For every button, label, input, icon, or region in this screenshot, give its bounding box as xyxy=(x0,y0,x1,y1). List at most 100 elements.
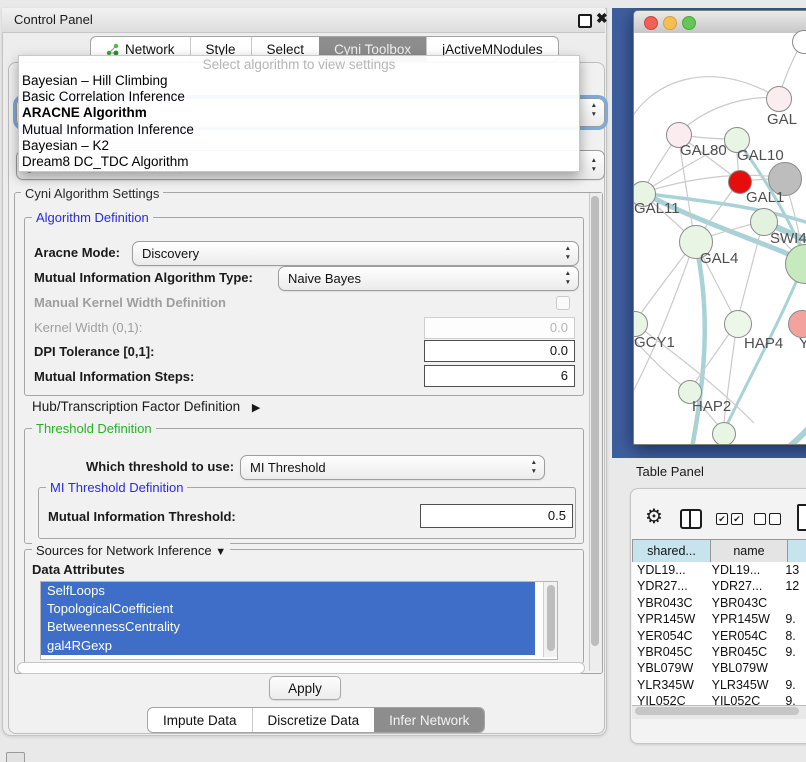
mi-algorithm-type-value: Naive Bayes xyxy=(288,271,361,286)
network-view-window: GAL GAL80 GAL10 GAL1 GAL11 SWI4 GAL4 GCY… xyxy=(633,10,806,445)
checked-checkbox-icon[interactable]: ✔ xyxy=(731,513,743,525)
popup-item-bayesian-hill-climbing[interactable]: Bayesian – Hill Climbing xyxy=(19,73,579,89)
column-header-name[interactable]: name xyxy=(710,539,788,563)
combo-arrows-icon: ▲▼ xyxy=(565,269,571,287)
cell: YPR145W xyxy=(707,611,781,627)
network-canvas[interactable]: GAL GAL80 GAL10 GAL1 GAL11 SWI4 GAL4 GCY… xyxy=(634,33,806,444)
node-label-gal10: GAL10 xyxy=(737,147,784,164)
cell: YBL079W xyxy=(632,660,707,676)
which-threshold-combobox[interactable]: MI Threshold ▲▼ xyxy=(240,455,545,480)
table-row[interactable]: YER054C YER054C 8. xyxy=(632,628,806,644)
list-item-betweennesscentrality[interactable]: BetweennessCentrality xyxy=(41,618,535,636)
bottom-left-button[interactable] xyxy=(6,752,25,762)
table-row[interactable]: YBL079W YBL079W xyxy=(632,660,806,676)
cell: YER054C xyxy=(632,628,707,644)
combo-arrows-icon: ▲▼ xyxy=(591,101,597,119)
table-hscrollbar-thumb[interactable] xyxy=(635,707,799,715)
mac-zoom-icon[interactable] xyxy=(682,16,696,30)
gear-icon[interactable]: ⚙ xyxy=(645,504,663,529)
network-node-hap4[interactable] xyxy=(724,310,752,338)
list-item-selfloops[interactable]: SelfLoops xyxy=(41,582,535,600)
list-item-topologicalcoefficient[interactable]: TopologicalCoefficient xyxy=(41,600,535,618)
split-columns-icon[interactable] xyxy=(680,509,702,529)
aracne-mode-value: Discovery xyxy=(142,246,199,261)
table-row[interactable]: YDR27... YDR27... 12 xyxy=(632,578,806,594)
close-icon[interactable]: ✖ xyxy=(596,10,608,27)
threshold-definition-title: Threshold Definition xyxy=(32,421,156,436)
unchecked-checkbox-icon[interactable] xyxy=(754,513,766,525)
algorithm-definition-title: Algorithm Definition xyxy=(32,210,153,225)
hub-definition-expander[interactable]: Hub/Transcription Factor Definition ▶ xyxy=(32,399,260,414)
column-header-cut[interactable] xyxy=(787,539,806,563)
list-item-gal4rgexp[interactable]: gal4RGexp xyxy=(41,637,535,655)
cell: YBR045C xyxy=(632,644,707,660)
mi-threshold-field[interactable]: 0.5 xyxy=(420,504,573,528)
popup-item-mutual-information[interactable]: Mutual Information Inference xyxy=(19,122,579,138)
cell: YDL19... xyxy=(632,562,707,578)
tab-impute-data[interactable]: Impute Data xyxy=(148,708,252,732)
node-label-gal11: GAL11 xyxy=(634,200,680,217)
table-row[interactable]: YBR045C YBR045C 9. xyxy=(632,644,806,660)
combo-arrows-icon: ▲▼ xyxy=(531,458,537,476)
mac-close-icon[interactable] xyxy=(644,16,658,30)
popup-item-basic-correlation[interactable]: Basic Correlation Inference xyxy=(19,89,579,105)
float-panel-icon[interactable] xyxy=(578,14,592,28)
table-row[interactable]: YPR145W YPR145W 9. xyxy=(632,611,806,627)
table-row[interactable]: YLR345W YLR345W 9. xyxy=(632,677,806,693)
table-row[interactable]: YDL19... YDL19... 13 xyxy=(632,562,806,578)
split-divider xyxy=(689,511,691,527)
tab-discretize-data[interactable]: Discretize Data xyxy=(252,708,375,732)
tab-impute-data-label: Impute Data xyxy=(163,713,237,728)
cell: YBR043C xyxy=(632,595,707,611)
dpi-tolerance-field[interactable]: 0.0 xyxy=(424,340,575,362)
cell xyxy=(780,595,806,611)
cell: 9. xyxy=(780,677,806,693)
node-label-gal4: GAL4 xyxy=(700,250,738,267)
popup-prompt: Select algorithm to view settings xyxy=(19,56,579,73)
cell: YDR27... xyxy=(632,578,707,594)
cell: 9. xyxy=(780,611,806,627)
hub-definition-label: Hub/Transcription Factor Definition xyxy=(32,399,240,414)
network-node-bottom[interactable] xyxy=(712,422,736,445)
tab-infer-network-label: Infer Network xyxy=(389,713,469,728)
checked-checkbox-icon[interactable]: ✔ xyxy=(716,513,728,525)
cyni-bottom-tabbar: Impute Data Discretize Data Infer Networ… xyxy=(147,707,485,733)
node-label-gal1: GAL1 xyxy=(746,189,784,206)
node-label-hap2: HAP2 xyxy=(692,398,731,415)
cell: YLR345W xyxy=(632,677,707,693)
aracne-mode-label: Aracne Mode: xyxy=(34,245,120,260)
table-row[interactable]: YBR043C YBR043C xyxy=(632,595,806,611)
kernel-width-field[interactable]: 0.0 xyxy=(424,317,575,339)
apply-button[interactable]: Apply xyxy=(269,676,341,700)
node-label-gal80: GAL80 xyxy=(680,142,727,159)
mac-minimize-icon[interactable] xyxy=(663,16,677,30)
cell xyxy=(780,660,806,676)
cell: YDR27... xyxy=(707,578,781,594)
popup-item-aracne[interactable]: ARACNE Algorithm xyxy=(19,105,579,121)
table-panel-title: Table Panel xyxy=(636,464,704,479)
network-node-gal-cut[interactable] xyxy=(766,86,792,112)
document-icon[interactable] xyxy=(797,504,806,531)
settings-scrollbar-thumb[interactable] xyxy=(591,196,599,646)
manual-kernel-checkbox[interactable] xyxy=(556,296,570,310)
cell: 8. xyxy=(780,628,806,644)
sources-expander[interactable]: Sources for Network Inference ▼ xyxy=(32,543,230,558)
tab-infer-network[interactable]: Infer Network xyxy=(374,708,484,732)
aracne-mode-combobox[interactable]: Discovery ▲▼ xyxy=(132,241,579,266)
tab-discretize-data-label: Discretize Data xyxy=(268,713,360,728)
mi-steps-field[interactable]: 6 xyxy=(424,365,575,387)
popup-item-dream8[interactable]: Dream8 DC_TDC Algorithm xyxy=(19,154,579,170)
settings-hscrollbar[interactable] xyxy=(17,662,585,674)
column-header-shared-name[interactable]: shared... xyxy=(632,539,711,563)
unchecked-checkbox-icon[interactable] xyxy=(769,513,781,525)
which-threshold-label: Which threshold to use: xyxy=(86,459,234,474)
node-label-swi4: SWI4 xyxy=(770,230,806,247)
algorithm-dropdown-popup: Select algorithm to view settings Bayesi… xyxy=(18,55,580,172)
cell: YLR345W xyxy=(707,677,781,693)
mi-algorithm-type-combobox[interactable]: Naive Bayes ▲▼ xyxy=(278,266,579,291)
expander-right-arrow-icon: ▶ xyxy=(252,402,260,414)
list-scrollbar-thumb[interactable] xyxy=(547,585,555,651)
node-label-y-cut: Y xyxy=(799,335,806,352)
popup-item-bayesian-k2[interactable]: Bayesian – K2 xyxy=(19,138,579,154)
sources-title: Sources for Network Inference xyxy=(36,543,212,558)
